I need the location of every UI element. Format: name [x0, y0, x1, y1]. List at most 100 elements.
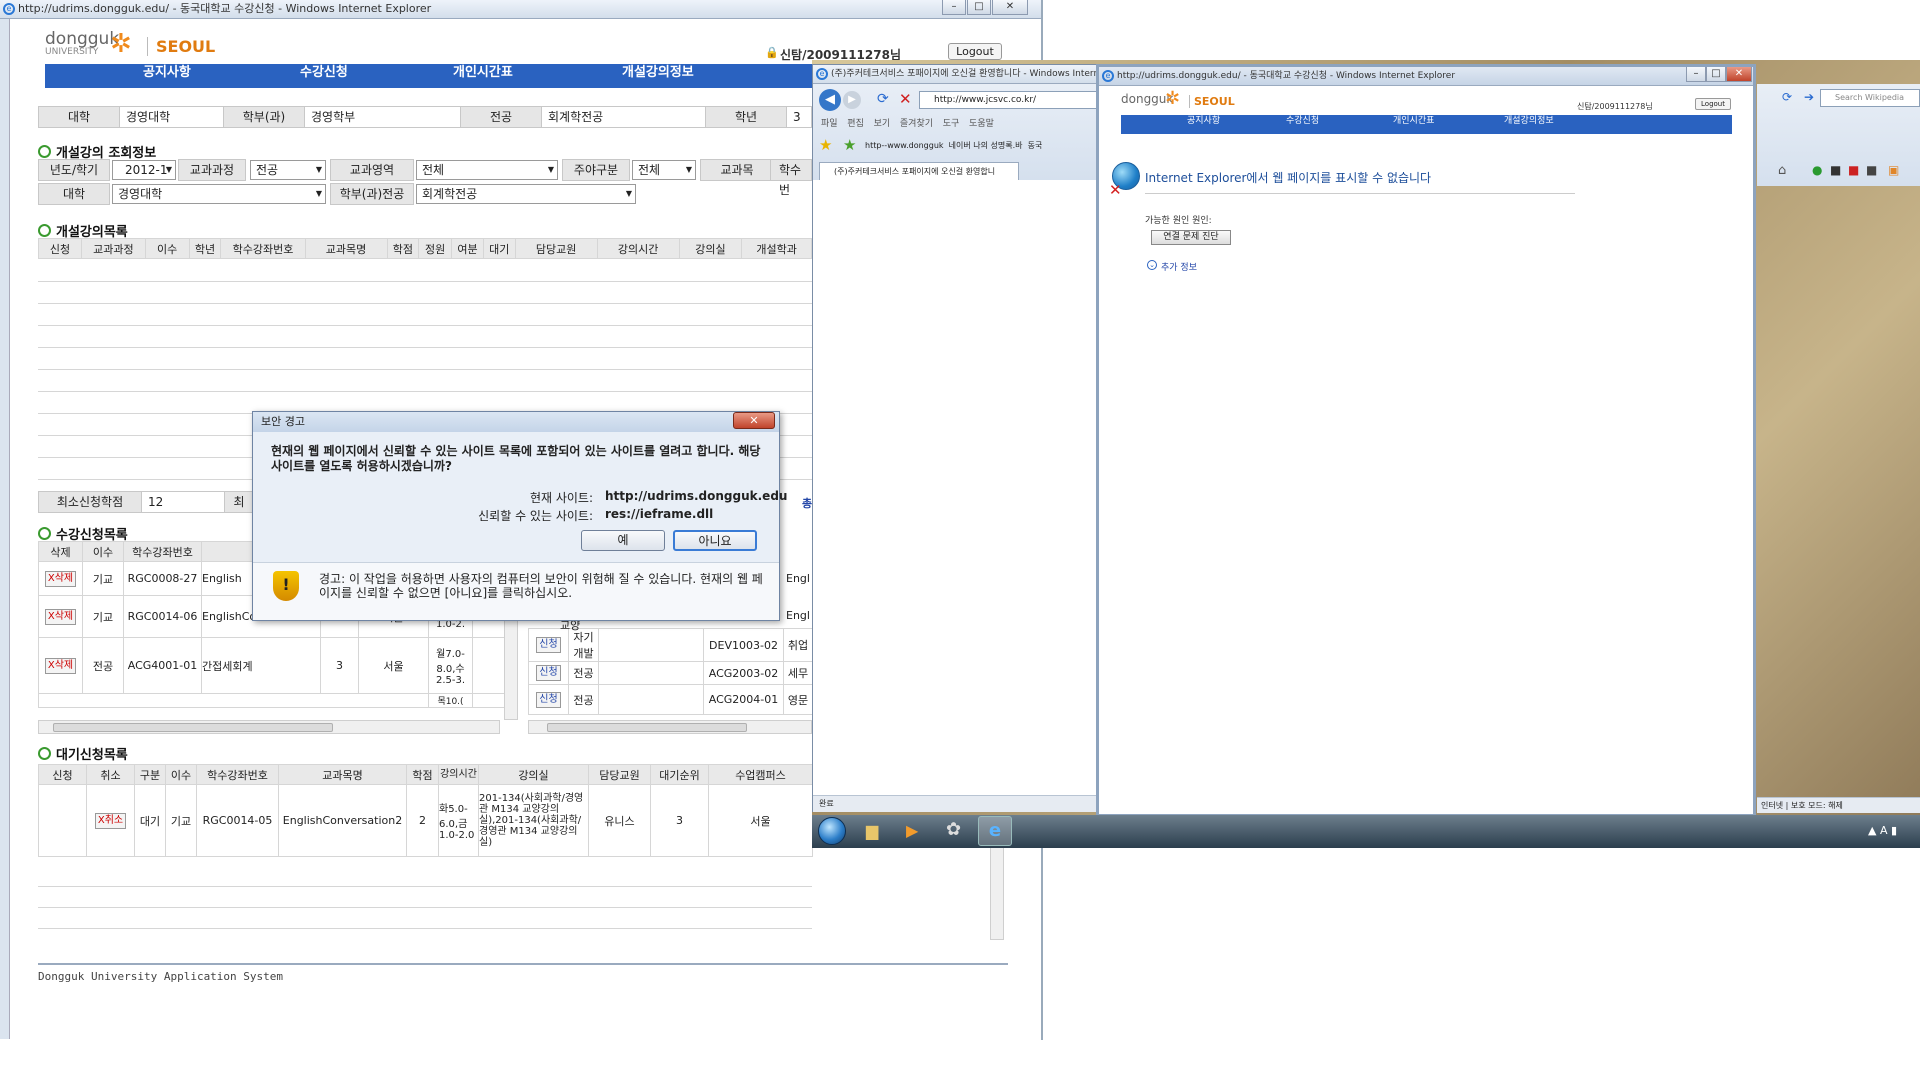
- stop-icon[interactable]: ✕: [899, 90, 912, 108]
- middle-window-title: (주)주커테크서비스 포패이지에 오신걸 환영합니다 - Windows Int…: [831, 69, 1096, 79]
- reg-campus: 서울: [358, 637, 429, 694]
- wait-col-cancel: 취소: [86, 764, 135, 785]
- tool-icon-3[interactable]: ■: [1848, 163, 1859, 177]
- media-player-taskbar-icon[interactable]: ▶: [906, 821, 918, 840]
- delete-button[interactable]: X삭제: [44, 608, 77, 625]
- menu-view[interactable]: 보기: [874, 119, 891, 129]
- reg-col-type: 이수: [82, 541, 124, 562]
- menu-tools[interactable]: 도구: [943, 119, 960, 129]
- tool-icon-4[interactable]: ■: [1866, 163, 1877, 177]
- wait-col-time: 강의시간: [438, 764, 479, 785]
- rss-icon[interactable]: ▣: [1888, 163, 1899, 177]
- wiki-search-box[interactable]: Search Wikipedia: [1820, 89, 1920, 107]
- area-select[interactable]: 전체: [416, 160, 558, 180]
- scroll-thumb[interactable]: [547, 723, 747, 732]
- tool-icon-1[interactable]: ●: [1812, 163, 1822, 177]
- apply-button[interactable]: 신청: [536, 691, 561, 708]
- explorer-taskbar-icon[interactable]: ▆: [866, 821, 878, 840]
- tray-icons[interactable]: ▲ A ▮: [1868, 824, 1897, 837]
- expand-more-icon[interactable]: ⌄: [1147, 260, 1157, 270]
- daynight-select[interactable]: 전체: [632, 160, 696, 180]
- major-select[interactable]: 회계학전공: [416, 184, 636, 204]
- add-favorite-icon[interactable]: ★: [843, 136, 856, 154]
- reg-time: 월7.0-8.0,수2.5-3.: [428, 637, 473, 694]
- front-title-bar[interactable]: e http://udrims.dongguk.edu/ - 동국대학교 수강신…: [1099, 67, 1753, 86]
- apply-dept: 세무: [783, 661, 813, 685]
- waitlist-vscrollbar[interactable]: [990, 846, 1004, 940]
- tool-icon-2[interactable]: ■: [1830, 163, 1841, 177]
- logout-button[interactable]: Logout: [948, 43, 1002, 60]
- search-label-code: 학수번: [770, 159, 812, 197]
- scroll-thumb[interactable]: [53, 723, 333, 732]
- no-button[interactable]: 아니요: [673, 530, 757, 551]
- apply-dept: 영문: [783, 684, 813, 715]
- compat-view-icon[interactable]: ⟳: [1782, 90, 1792, 104]
- fav-item-dongguk[interactable]: http--www.dongguk: [865, 141, 944, 150]
- more-info-link[interactable]: 추가 정보: [1161, 260, 1197, 273]
- middle-title-bar[interactable]: e (주)주커테크서비스 포패이지에 오신걸 환영합니다 - Windows I…: [813, 65, 1096, 84]
- reg-code: RGC0014-06: [123, 595, 202, 638]
- apply-code: DEV1003-02: [703, 628, 784, 662]
- reg-type: 기교: [82, 561, 124, 596]
- refresh-icon[interactable]: ⟳: [877, 91, 889, 107]
- delete-button[interactable]: X삭제: [44, 570, 77, 587]
- nav-item-courses[interactable]: 개설강의정보: [622, 64, 694, 82]
- dialog-title-bar[interactable]: 보안 경고: [253, 412, 779, 432]
- col-remaining: 여분: [451, 238, 484, 259]
- yes-button[interactable]: 예: [581, 530, 665, 551]
- close-button[interactable]: ✕: [992, 0, 1028, 15]
- front-close-button[interactable]: ✕: [1726, 67, 1752, 82]
- col-name: 교과목명: [304, 238, 388, 259]
- wait-col-name: 교과목명: [278, 764, 407, 785]
- cancel-wait-button[interactable]: X취소: [94, 812, 127, 829]
- diagnose-button[interactable]: 연결 문제 진단: [1151, 230, 1231, 245]
- front-status-text: 인터넷 | 보호 모드: 해제: [1761, 801, 1843, 810]
- main-title-bar[interactable]: e http://udrims.dongguk.edu/ - 동국대학교 수강신…: [0, 0, 1041, 19]
- fav-item-dong[interactable]: 동국: [1028, 141, 1043, 150]
- front-nav-register[interactable]: 수강신청: [1286, 115, 1319, 127]
- menu-favorites[interactable]: 즐겨찾기: [900, 119, 933, 129]
- col-dept: 개설학과: [741, 238, 812, 259]
- menu-file[interactable]: 파일: [821, 119, 838, 129]
- favorites-star-icon[interactable]: ★: [819, 136, 832, 154]
- delete-button[interactable]: X삭제: [44, 657, 77, 674]
- nav-item-register[interactable]: 수강신청: [300, 64, 348, 82]
- home-icon[interactable]: ⌂: [1778, 163, 1786, 178]
- front-logout-button[interactable]: Logout: [1695, 98, 1731, 110]
- go-icon[interactable]: ➔: [1804, 90, 1814, 104]
- nav-item-timetable[interactable]: 개인시간표: [453, 64, 513, 82]
- wait-col-room: 강의실: [478, 764, 589, 785]
- middle-address-bar[interactable]: http://www.jcsvc.co.kr/: [919, 91, 1097, 109]
- menu-help[interactable]: 도움말: [969, 119, 994, 129]
- settings-taskbar-icon[interactable]: ✿: [946, 819, 961, 840]
- reg-delete-cell: X삭제: [38, 561, 83, 596]
- forward-icon[interactable]: ▶: [843, 91, 861, 109]
- registered-hscrollbar[interactable]: [38, 720, 500, 734]
- ie-icon: e: [816, 68, 828, 80]
- college-select[interactable]: 경영대학: [112, 184, 326, 204]
- middle-tab[interactable]: (주)주커테크서비스 포패이지에 오신걸 환영합니: [819, 162, 1019, 180]
- front-nav-notice[interactable]: 공지사항: [1187, 115, 1220, 127]
- front-user-name: 신탐/2009111278님: [1577, 102, 1653, 111]
- fav-item-naver[interactable]: 네이버 나의 성명록.바: [949, 141, 1023, 150]
- security-warning-dialog: 보안 경고 ✕ 현재의 웹 페이지에서 신뢰할 수 있는 사이트 목록에 포함되…: [252, 411, 787, 621]
- curriculum-select[interactable]: 전공: [250, 160, 326, 180]
- term-select[interactable]: 2012-1: [112, 160, 176, 180]
- right-hscrollbar[interactable]: [528, 720, 812, 734]
- front-nav-timetable[interactable]: 개인시간표: [1393, 115, 1434, 127]
- dialog-close-button[interactable]: ✕: [733, 412, 775, 429]
- search-label-subject: 교과목: [700, 159, 774, 181]
- front-nav-courses[interactable]: 개설강의정보: [1504, 115, 1554, 127]
- back-icon[interactable]: ◀: [819, 89, 841, 111]
- info-label-year: 학년: [705, 106, 787, 128]
- menu-edit[interactable]: 편집: [847, 119, 864, 129]
- apply-button[interactable]: 신청: [536, 637, 561, 653]
- maximize-button[interactable]: □: [967, 0, 991, 15]
- minimize-button[interactable]: –: [942, 0, 966, 15]
- start-button-icon[interactable]: [818, 817, 846, 845]
- ie-taskbar-icon[interactable]: e: [978, 816, 1012, 846]
- front-minimize-button[interactable]: –: [1686, 67, 1706, 82]
- front-maximize-button[interactable]: □: [1706, 67, 1726, 82]
- apply-button[interactable]: 신청: [536, 665, 561, 681]
- nav-item-notice[interactable]: 공지사항: [143, 64, 191, 82]
